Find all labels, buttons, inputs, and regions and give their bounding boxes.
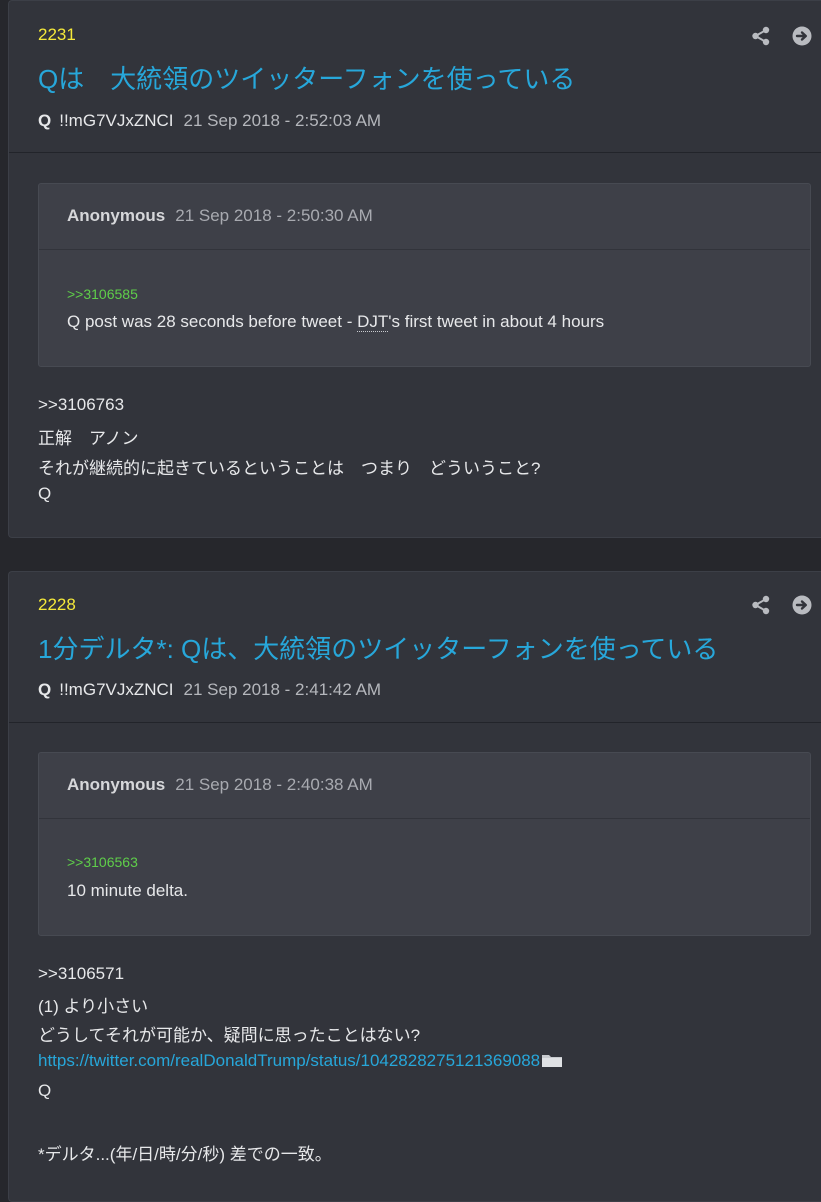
post-date: 21 Sep 2018 - 2:52:03 AM xyxy=(183,111,382,130)
quote-divider xyxy=(39,249,810,250)
body-line: それが継続的に起きているということは つまり どういうこと? xyxy=(38,459,541,478)
reply-link[interactable]: >>3106763 xyxy=(38,395,124,415)
quoted-post: Anonymous 21 Sep 2018 - 2:40:38 AM >>3106… xyxy=(38,752,811,936)
tripcode: !!mG7VJxZNCI xyxy=(59,111,174,130)
quote-text: 10 minute delta. xyxy=(67,881,188,900)
quote-text-part: 's first tweet in about 4 hours xyxy=(388,312,605,331)
quote-divider xyxy=(39,818,810,819)
body-signature: Q xyxy=(38,1081,52,1100)
quote-text: Q post was 28 seconds before tweet - DJT… xyxy=(67,312,604,332)
reply-link[interactable]: >>3106563 xyxy=(67,854,138,870)
post-title[interactable]: Qは 大統領のツイッターフォンを使っている xyxy=(38,59,575,96)
poster-name: Q xyxy=(38,111,52,130)
tweet-link-line: https://twitter.com/realDonaldTrump/stat… xyxy=(38,1051,563,1071)
post-title[interactable]: 1分デルタ*: Qは、大統領のツイッターフォンを使っている xyxy=(38,629,718,666)
quote-header: Anonymous 21 Sep 2018 - 2:40:38 AM xyxy=(67,775,373,795)
tweet-link[interactable]: https://twitter.com/realDonaldTrump/stat… xyxy=(38,1051,540,1070)
post-card: 2231 Qは 大統領のツイッターフォンを使っている Q !!mG7VJxZNCI… xyxy=(8,0,821,538)
body-signature: Q xyxy=(38,484,52,503)
divider xyxy=(9,152,821,153)
body-line: どうしてそれが可能か、疑問に思ったことはない? xyxy=(38,1026,421,1045)
post-date: 21 Sep 2018 - 2:41:42 AM xyxy=(183,680,382,699)
body-line: (1) より小さい xyxy=(38,997,149,1016)
share-icon[interactable] xyxy=(751,26,771,46)
arrow-right-circle-icon[interactable] xyxy=(792,26,812,46)
post-meta: Q !!mG7VJxZNCI 21 Sep 2018 - 2:52:03 AM xyxy=(38,111,381,131)
folder-icon[interactable] xyxy=(541,1052,563,1068)
quote-author: Anonymous xyxy=(67,775,166,794)
arrow-right-circle-icon[interactable] xyxy=(792,595,812,615)
abbreviation[interactable]: DJT xyxy=(357,312,389,332)
quote-date: 21 Sep 2018 - 2:50:30 AM xyxy=(175,206,373,225)
quote-text-part: Q post was 28 seconds before tweet - xyxy=(67,312,358,331)
post-number[interactable]: 2231 xyxy=(38,25,76,45)
body-footnote: *デルタ...(年/日/時/分/秒) 差での一致。 xyxy=(38,1145,332,1164)
quote-header: Anonymous 21 Sep 2018 - 2:50:30 AM xyxy=(67,206,373,226)
post-meta: Q !!mG7VJxZNCI 21 Sep 2018 - 2:41:42 AM xyxy=(38,680,381,700)
poster-name: Q xyxy=(38,680,52,699)
tripcode: !!mG7VJxZNCI xyxy=(59,680,174,699)
divider xyxy=(9,722,821,723)
reply-link[interactable]: >>3106571 xyxy=(38,964,124,984)
body-line: 正解 アノン xyxy=(38,429,139,448)
post-number[interactable]: 2228 xyxy=(38,595,76,615)
share-icon[interactable] xyxy=(751,595,771,615)
quote-author: Anonymous xyxy=(67,206,166,225)
quote-date: 21 Sep 2018 - 2:40:38 AM xyxy=(175,775,373,794)
reply-link[interactable]: >>3106585 xyxy=(67,286,138,302)
post-card: 2228 1分デルタ*: Qは、大統領のツイッターフォンを使っている Q !!mG… xyxy=(8,571,821,1202)
quoted-post: Anonymous 21 Sep 2018 - 2:50:30 AM >>3106… xyxy=(38,183,811,367)
